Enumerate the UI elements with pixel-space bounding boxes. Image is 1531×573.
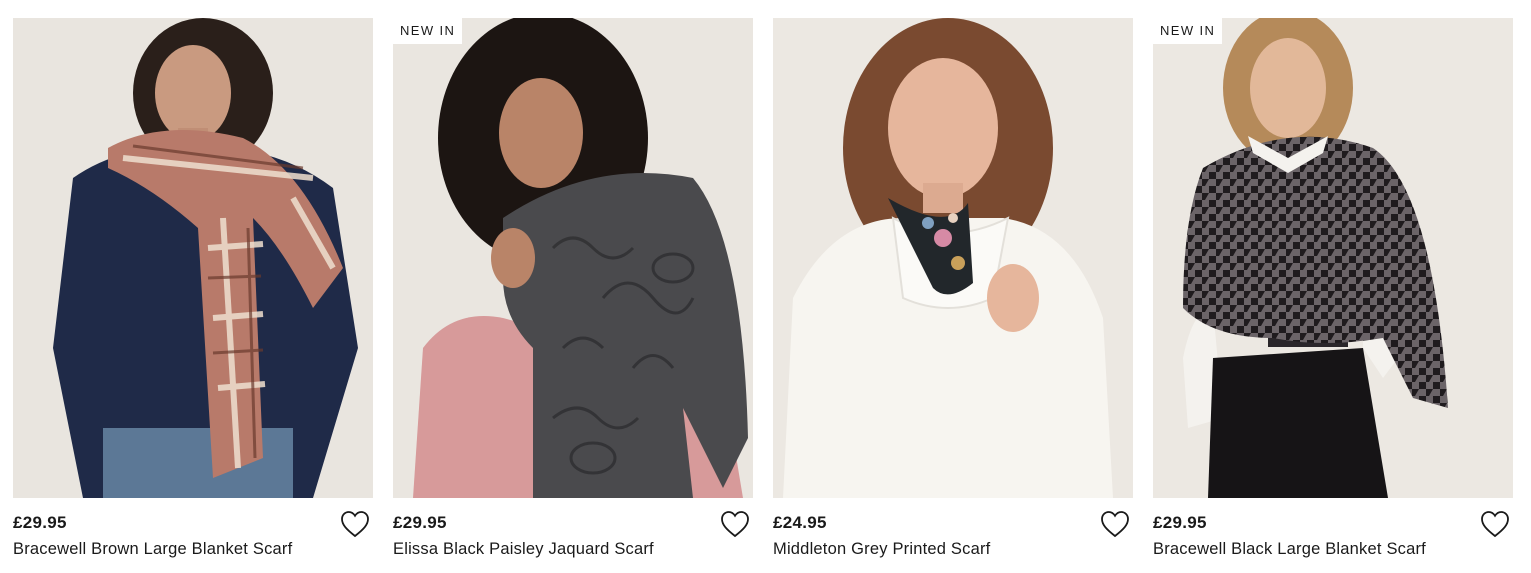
product-name[interactable]: Bracewell Brown Large Blanket Scarf	[13, 540, 292, 559]
heart-outline-icon	[1481, 511, 1509, 538]
product-price: £29.95	[13, 513, 67, 532]
product-image[interactable]: NEW IN	[393, 18, 753, 498]
product-name[interactable]: Middleton Grey Printed Scarf	[773, 540, 990, 559]
model-black-houndstooth-scarf-photo	[1153, 18, 1513, 498]
new-in-badge: NEW IN	[1153, 18, 1223, 44]
product-image[interactable]	[773, 18, 1133, 498]
product-price: £29.95	[393, 513, 447, 532]
product-card[interactable]: £29.95 Bracewell Brown Large Blanket Sca…	[13, 18, 373, 573]
product-image[interactable]	[13, 18, 373, 498]
product-name[interactable]: Bracewell Black Large Blanket Scarf	[1153, 540, 1426, 559]
model-black-paisley-scarf-photo	[393, 18, 753, 498]
product-price: £24.95	[773, 513, 827, 532]
product-image[interactable]: NEW IN	[1153, 18, 1513, 498]
heart-outline-icon	[721, 511, 749, 538]
product-info: £29.95 Bracewell Brown Large Blanket Sca…	[13, 498, 373, 573]
wishlist-button[interactable]	[340, 510, 370, 538]
product-name[interactable]: Elissa Black Paisley Jaquard Scarf	[393, 540, 654, 559]
product-card[interactable]: £24.95 Middleton Grey Printed Scarf	[773, 18, 1133, 573]
heart-outline-icon	[1101, 511, 1129, 538]
new-in-badge: NEW IN	[393, 18, 463, 44]
model-brown-check-scarf-photo	[13, 18, 373, 498]
product-info: £24.95 Middleton Grey Printed Scarf	[773, 498, 1133, 573]
wishlist-button[interactable]	[720, 510, 750, 538]
product-price: £29.95	[1153, 513, 1207, 532]
product-card[interactable]: NEW IN £29.95 Elissa Black Paisley Jaqua…	[393, 18, 753, 573]
product-grid: £29.95 Bracewell Brown Large Blanket Sca…	[0, 0, 1531, 573]
product-info: £29.95 Bracewell Black Large Blanket Sca…	[1153, 498, 1513, 573]
model-printed-neck-scarf-photo	[773, 18, 1133, 498]
product-card[interactable]: NEW IN £29.95 Bracewell Black Large Blan…	[1153, 18, 1513, 573]
product-info: £29.95 Elissa Black Paisley Jaquard Scar…	[393, 498, 753, 573]
wishlist-button[interactable]	[1100, 510, 1130, 538]
heart-outline-icon	[341, 511, 369, 538]
wishlist-button[interactable]	[1480, 510, 1510, 538]
